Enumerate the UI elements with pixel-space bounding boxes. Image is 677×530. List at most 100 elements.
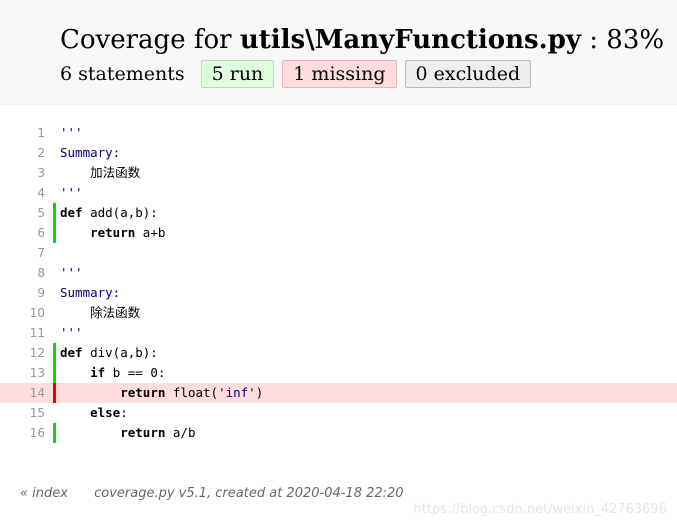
coverage-marker — [53, 403, 56, 423]
line-number[interactable]: 8 — [0, 263, 45, 283]
coverage-marker — [53, 163, 56, 183]
coverage-marker — [53, 383, 56, 403]
line-number[interactable]: 11 — [0, 323, 45, 343]
coverage-marker — [53, 343, 56, 363]
code-text: ''' — [60, 123, 83, 143]
code-text: ''' — [60, 263, 83, 283]
coverage-marker — [53, 203, 56, 223]
source-line: 8 ''' — [0, 263, 677, 283]
line-number[interactable]: 10 — [0, 303, 45, 323]
source-line: 4 ''' — [0, 183, 677, 203]
source-line: 12 def div(a,b): — [0, 343, 677, 363]
index-link[interactable]: « index — [20, 486, 68, 501]
code-token: 'inf' — [218, 385, 256, 400]
code-token: div(a,b): — [82, 345, 158, 360]
coverage-marker — [53, 323, 56, 343]
line-number[interactable]: 4 — [0, 183, 45, 203]
source-line: 2 Summary: — [0, 143, 677, 163]
code-token: a/b — [165, 425, 196, 440]
code-token: Summary: — [60, 285, 121, 300]
code-token: def — [60, 345, 83, 360]
code-text: Summary: — [60, 283, 120, 303]
line-number[interactable]: 5 — [0, 203, 45, 223]
source-line: 16 return a/b — [0, 423, 677, 443]
source-line: 15 else: — [0, 403, 677, 423]
source-line: 6 return a+b — [0, 223, 677, 243]
code-text: 加法函数 — [60, 163, 140, 183]
line-number[interactable]: 2 — [0, 143, 45, 163]
footer: « index coverage.py v5.1, created at 202… — [20, 486, 404, 501]
code-token: 除法函数 — [60, 305, 141, 320]
coverage-marker — [53, 423, 56, 443]
line-number[interactable]: 1 — [0, 123, 45, 143]
code-token: ''' — [60, 185, 83, 200]
coverage-marker — [53, 283, 56, 303]
code-text: else: — [60, 403, 128, 423]
code-token: return — [120, 425, 166, 440]
source-line: 10 除法函数 — [0, 303, 677, 323]
coverage-marker — [53, 223, 56, 243]
missing-toggle-button[interactable]: 1 missing — [282, 60, 397, 88]
code-token: : — [120, 405, 128, 420]
source-listing: 1 ''' 2 Summary: 3 加法函数 4 ''' 5 def add(a,b): 6 r… — [0, 123, 677, 443]
title-prefix: Coverage for — [60, 25, 240, 55]
code-token: ''' — [60, 325, 83, 340]
code-text: def div(a,b): — [60, 343, 158, 363]
code-token: 加法函数 — [60, 165, 141, 180]
line-number[interactable]: 16 — [0, 423, 45, 443]
statements-count: 6 statements — [60, 63, 185, 85]
line-number[interactable]: 12 — [0, 343, 45, 363]
code-token: ) — [255, 385, 264, 400]
title-file: utils\ManyFunctions.py — [239, 25, 582, 55]
line-number[interactable]: 13 — [0, 363, 45, 383]
source-line: 7 — [0, 243, 677, 263]
coverage-marker — [53, 263, 56, 283]
coverage-marker — [53, 123, 56, 143]
line-number[interactable]: 9 — [0, 283, 45, 303]
code-text: if b == 0: — [60, 363, 165, 383]
coverage-marker — [53, 303, 56, 323]
generator-info: coverage.py v5.1, created at 2020-04-18 … — [94, 486, 404, 501]
code-text: ''' — [60, 183, 83, 203]
run-toggle-button[interactable]: 5 run — [200, 60, 275, 88]
page-title: Coverage for utils\ManyFunctions.py : 83… — [60, 24, 664, 56]
line-number[interactable]: 15 — [0, 403, 45, 423]
stats-bar: 6 statements 5 run 1 missing 0 excluded — [60, 60, 532, 88]
code-text: 除法函数 — [60, 303, 140, 323]
code-token: ''' — [60, 125, 83, 140]
code-token: return — [90, 225, 136, 240]
source-line: 11 ''' — [0, 323, 677, 343]
line-number[interactable]: 3 — [0, 163, 45, 183]
line-number[interactable]: 14 — [0, 383, 45, 403]
line-number[interactable]: 7 — [0, 243, 45, 263]
code-text: def add(a,b): — [60, 203, 158, 223]
source-line: 13 if b == 0: — [0, 363, 677, 383]
code-token: def — [60, 205, 83, 220]
watermark: https://blog.csdn.net/weixin_42763696 — [413, 502, 667, 517]
code-text: return a/b — [60, 423, 195, 443]
code-text: return float('inf') — [60, 383, 263, 403]
code-token: return — [120, 385, 166, 400]
header: Coverage for utils\ManyFunctions.py : 83… — [0, 0, 677, 105]
title-suffix: : 83% — [581, 25, 665, 55]
source-line: 1 ''' — [0, 123, 677, 143]
coverage-marker — [53, 363, 56, 383]
code-token: ''' — [60, 265, 83, 280]
source-line: 5 def add(a,b): — [0, 203, 677, 223]
code-token: a+b — [135, 225, 166, 240]
coverage-marker — [53, 143, 56, 163]
coverage-marker — [53, 243, 56, 263]
excluded-toggle-button[interactable]: 0 excluded — [404, 60, 532, 88]
code-token: float( — [165, 385, 219, 400]
code-text: Summary: — [60, 143, 120, 163]
line-number[interactable]: 6 — [0, 223, 45, 243]
code-token: if — [90, 365, 106, 380]
source-line: 14 return float('inf') — [0, 383, 677, 403]
code-token: add(a,b): — [82, 205, 158, 220]
coverage-marker — [53, 183, 56, 203]
